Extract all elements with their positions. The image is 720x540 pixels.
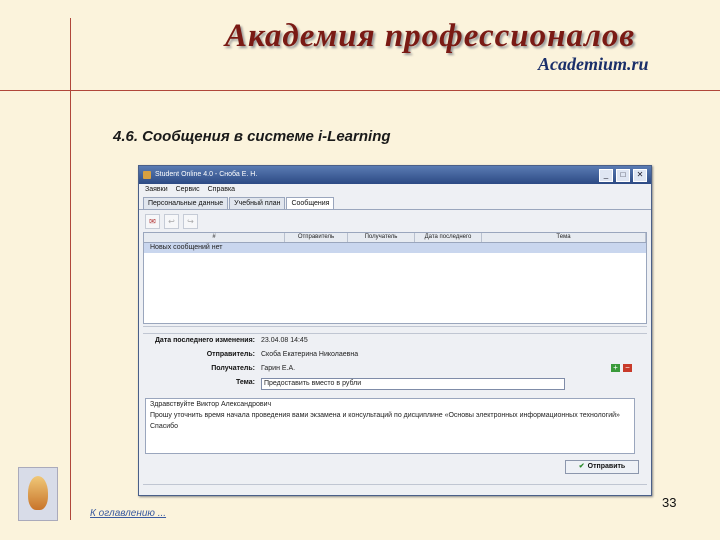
page-number: 33 (662, 495, 677, 510)
decor-horizontal-line (0, 90, 720, 91)
toolbar: ✉ ↩ ↪ (139, 210, 651, 232)
col-sender[interactable]: Отправитель (285, 233, 348, 242)
message-body[interactable]: Здравствуйте Виктор Александрович Прошу … (145, 398, 635, 454)
col-number[interactable]: # (144, 233, 285, 242)
date-label: Дата последнего изменения: (154, 337, 255, 344)
menu-item-spravka[interactable]: Справка (208, 184, 235, 196)
forward-icon[interactable]: ↪ (183, 213, 198, 229)
slide-title: 4.6. Сообщения в системе i-Learning (113, 128, 391, 145)
app-icon (143, 171, 151, 179)
status-bar (143, 484, 647, 491)
sender-label: Отправитель: (206, 351, 255, 358)
send-button[interactable]: ✔ Отправить (565, 460, 639, 474)
add-recipient-icon[interactable]: + (611, 364, 620, 372)
academy-logo (18, 467, 58, 521)
col-subject[interactable]: Тема (482, 233, 646, 242)
tab-strip: Персональные данные Учебный план Сообщен… (139, 196, 651, 210)
close-button[interactable]: ✕ (633, 169, 647, 182)
brand-site: Academium.ru (538, 54, 649, 74)
body-line: Здравствуйте Виктор Александрович (150, 401, 272, 408)
col-last-date[interactable]: Дата последнего (415, 233, 482, 242)
window-titlebar: Student Online 4.0 - Сноба Е. Н. _ □ ✕ (139, 166, 651, 184)
window-title: Student Online 4.0 - Сноба Е. Н. (155, 171, 258, 178)
date-value: 23.04.08 14:45 (261, 337, 308, 344)
recipient-value: Гарин Е.А. (261, 365, 296, 372)
subject-label: Тема: (235, 379, 255, 386)
splitter-handle[interactable] (143, 326, 647, 334)
body-line: Спасибо (150, 423, 179, 430)
minimize-button[interactable]: _ (599, 169, 613, 182)
sender-value: Скоба Екатерина Николаевна (261, 351, 359, 358)
tab-personal-data[interactable]: Персональные данные (143, 197, 229, 209)
send-label: Отправить (587, 463, 626, 470)
body-line: Прошу уточнить время начала проведения в… (150, 412, 620, 419)
toc-link[interactable]: К оглавлению ... (90, 508, 166, 519)
app-window: Student Online 4.0 - Сноба Е. Н. _ □ ✕ З… (138, 165, 652, 496)
menu-bar: Заявки Сервис Справка (139, 184, 651, 196)
menu-item-zayavki[interactable]: Заявки (145, 184, 168, 196)
menu-item-servis[interactable]: Сервис (176, 184, 200, 196)
new-message-icon[interactable]: ✉ (145, 213, 160, 229)
tab-messages[interactable]: Сообщения (286, 197, 335, 209)
reply-icon[interactable]: ↩ (164, 213, 179, 229)
tab-study-plan[interactable]: Учебный план (229, 197, 286, 209)
brand-title: Академия профессионалов (225, 18, 636, 54)
remove-recipient-icon[interactable]: − (623, 364, 632, 372)
subject-input[interactable]: Предоставить вместо в рубли (261, 378, 565, 390)
recipient-label: Получатель: (211, 365, 255, 372)
decor-vertical-line (70, 18, 71, 520)
table-header: # Отправитель Получатель Дата последнего… (144, 233, 646, 243)
messages-table: # Отправитель Получатель Дата последнего… (143, 232, 647, 324)
maximize-button[interactable]: □ (616, 169, 630, 182)
table-row[interactable]: Новых сообщений нет (144, 243, 646, 253)
col-recipient[interactable]: Получатель (348, 233, 415, 242)
check-icon: ✔ (578, 463, 585, 470)
message-form: Дата последнего изменения: 23.04.08 14:4… (139, 336, 651, 404)
